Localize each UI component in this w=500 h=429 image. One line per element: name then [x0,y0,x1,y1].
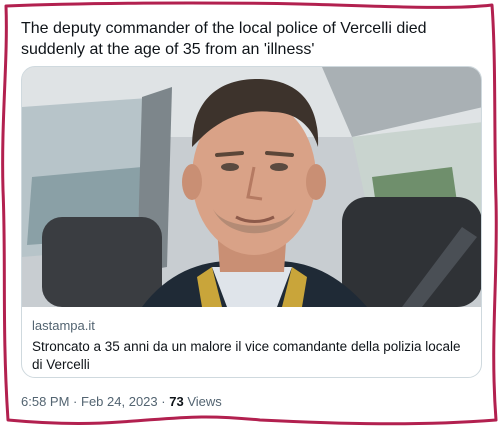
meta-separator: · [73,394,78,409]
article-photo[interactable] [22,67,481,307]
tweet-date[interactable]: Feb 24, 2023 [81,394,158,409]
tweet-meta: 6:58 PM · Feb 24, 2023 · 73 Views [21,394,222,409]
link-preview-card[interactable]: lastampa.it Stroncato a 35 anni da un ma… [21,66,482,378]
card-domain[interactable]: lastampa.it [32,317,471,334]
tweet-time[interactable]: 6:58 PM [21,394,69,409]
tweet-text: The deputy commander of the local police… [21,20,427,58]
views-count: 73 [169,394,184,409]
views-label: Views [187,394,222,409]
card-headline[interactable]: Stroncato a 35 anni da un malore il vice… [32,338,471,374]
meta-separator-2: · [161,394,166,409]
